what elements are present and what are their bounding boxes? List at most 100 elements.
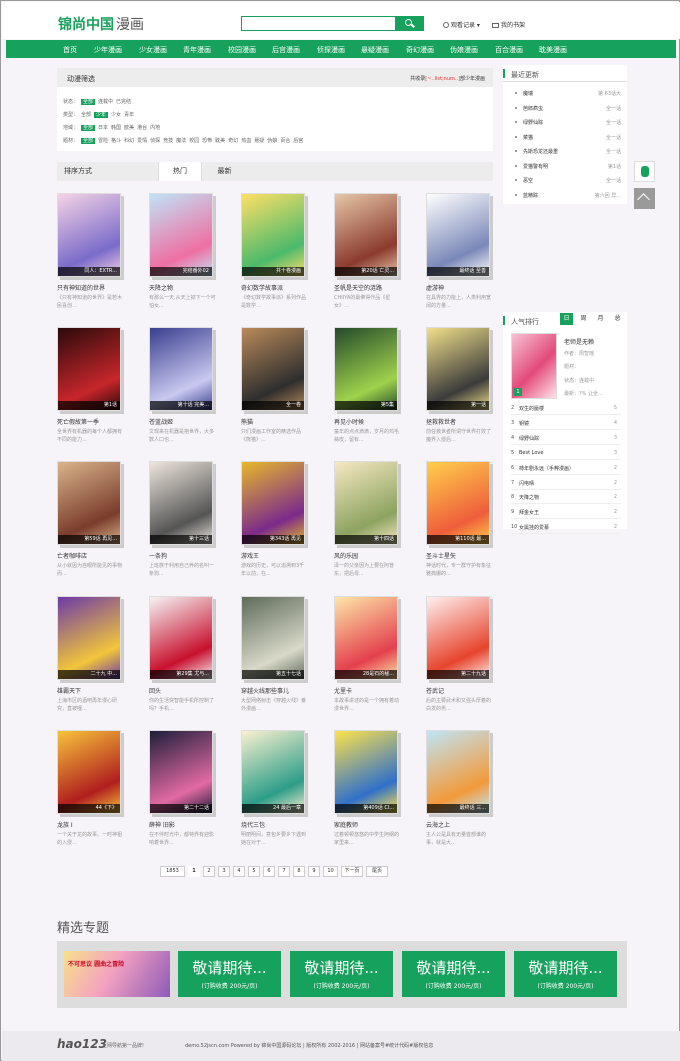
filter-option[interactable]: 连载中 bbox=[98, 99, 113, 105]
comic-cover[interactable]: 第409话 Cl... bbox=[334, 730, 398, 814]
comic-cover[interactable]: 共十卷漫画 bbox=[241, 193, 305, 277]
nav-item[interactable]: 校园漫画 bbox=[228, 45, 256, 55]
comic-title[interactable]: 拯救救世者 bbox=[426, 417, 456, 426]
nav-item[interactable]: 青年漫画 bbox=[183, 45, 211, 55]
nav-item[interactable]: 奇幻漫画 bbox=[406, 45, 434, 55]
nav-item[interactable]: 首页 bbox=[63, 45, 77, 55]
ranking-tab[interactable]: 月 bbox=[594, 313, 607, 325]
recent-item[interactable]: 芭郎疯虫 全一话 bbox=[503, 102, 627, 114]
comic-title[interactable]: 云海之上 bbox=[426, 820, 450, 829]
ranking-item[interactable]: 6 柿年剧永远（手粹漫画） 2 bbox=[511, 461, 621, 475]
nav-item[interactable]: 少女漫画 bbox=[139, 45, 167, 55]
tab-new[interactable]: 最新 bbox=[202, 162, 247, 181]
comic-cover[interactable]: 第十三话 bbox=[149, 461, 213, 545]
page-total[interactable]: 1853 bbox=[160, 866, 185, 877]
comic-title[interactable]: 圣斗士星矢 bbox=[426, 551, 456, 560]
comic-cover[interactable]: 第5集 bbox=[334, 327, 398, 411]
comic-title[interactable]: 游戏王 bbox=[241, 551, 259, 560]
recent-item[interactable]: 魔瑞 第 63话大 bbox=[503, 87, 627, 99]
filter-option[interactable]: 后宫 bbox=[293, 138, 303, 144]
filter-option[interactable]: 少女 bbox=[111, 112, 121, 118]
comic-title[interactable]: 奇幻数学故事派 bbox=[241, 283, 283, 292]
ranking-item[interactable]: 8 天降之物 2 bbox=[511, 490, 621, 505]
filter-option[interactable]: 日本 bbox=[98, 125, 108, 131]
filter-option[interactable]: 悬疑 bbox=[254, 138, 264, 144]
comic-title[interactable]: 只有神知道的世界 bbox=[57, 283, 105, 292]
recent-item[interactable]: 绿野仙踪 全一话 bbox=[503, 116, 627, 128]
ranking-tab[interactable]: 周 bbox=[577, 313, 590, 325]
comic-cover[interactable]: 第29集 尤与... bbox=[149, 596, 213, 680]
filter-option[interactable]: 已完结 bbox=[116, 99, 131, 105]
ranking-item[interactable]: 3 钥镜 4 bbox=[511, 416, 621, 430]
comic-cover[interactable]: 最终话 至善 bbox=[426, 193, 490, 277]
comic-title[interactable]: 圣帆是天空的涟路 bbox=[334, 283, 382, 292]
comic-title[interactable]: 苍蓝战姬 bbox=[149, 417, 173, 426]
comic-cover[interactable]: 44《下》 bbox=[57, 730, 121, 814]
page-number[interactable]: 2 bbox=[203, 866, 215, 877]
ranking-top-item[interactable]: 1 老师是无赖 作者：周智瑶 题材： 状态：连载中 最新：?% 让全… bbox=[511, 333, 621, 401]
ranking-item[interactable]: 5 Best Love 3 bbox=[511, 446, 621, 460]
comic-cover[interactable]: 第十四话 bbox=[334, 461, 398, 545]
comic-title[interactable]: 回头 bbox=[149, 686, 161, 695]
comic-cover[interactable]: 28是石的秘... bbox=[334, 596, 398, 680]
filter-option[interactable]: 全部 bbox=[81, 99, 96, 105]
special-item[interactable]: 敬请期待... (订购收费 200元/页) bbox=[290, 951, 393, 997]
comic-cover[interactable]: 第343话 再见 bbox=[241, 461, 305, 545]
comic-title[interactable]: 烧代三包 bbox=[241, 820, 265, 829]
last-page-button[interactable]: 尾页 bbox=[366, 866, 388, 877]
recent-item[interactable]: 先斯恐龙还最重 全一话 bbox=[503, 145, 627, 157]
recent-item[interactable]: 蓝精踪 第六回 异... bbox=[503, 189, 627, 201]
nav-item[interactable]: 悬疑漫画 bbox=[361, 45, 389, 55]
nav-item[interactable]: 伪娘漫画 bbox=[450, 45, 478, 55]
filter-option[interactable]: 爱情 bbox=[137, 138, 147, 144]
nav-item[interactable]: 百合漫画 bbox=[495, 45, 523, 55]
special-item[interactable]: 敬请期待... (订购收费 200元/页) bbox=[178, 951, 281, 997]
comic-title[interactable]: 雄霸天下 bbox=[57, 686, 81, 695]
filter-option[interactable]: 伪娘 bbox=[267, 138, 277, 144]
filter-option[interactable]: 科幻 bbox=[124, 138, 134, 144]
search-input[interactable] bbox=[242, 17, 395, 30]
comic-title[interactable]: 薛神 旧影 bbox=[149, 820, 175, 829]
wechat-button[interactable] bbox=[634, 161, 655, 182]
nav-item[interactable]: 少年漫画 bbox=[94, 45, 122, 55]
filter-option[interactable]: 百合 bbox=[280, 138, 290, 144]
filter-option[interactable]: 耽美 bbox=[215, 138, 225, 144]
page-number[interactable]: 4 bbox=[233, 866, 245, 877]
comic-title[interactable]: 虚游神 bbox=[426, 283, 444, 292]
comic-cover[interactable]: 第一话 bbox=[426, 327, 490, 411]
comic-title[interactable]: 亡者咖啡店 bbox=[57, 551, 87, 560]
special-item[interactable]: 敬请期待... (订购收费 200元/页) bbox=[402, 951, 505, 997]
page-number[interactable]: 1 bbox=[188, 866, 200, 877]
comic-cover[interactable]: 全一卷 bbox=[241, 327, 305, 411]
filter-option[interactable]: 内地 bbox=[150, 125, 160, 131]
filter-option[interactable]: 港台 bbox=[137, 125, 147, 131]
comic-title[interactable]: 再见小时候 bbox=[334, 417, 364, 426]
comic-title[interactable]: 苍武记 bbox=[426, 686, 444, 695]
nav-item[interactable]: 后宫漫画 bbox=[272, 45, 300, 55]
special-banner[interactable]: 不可思议 圆曲之冒险 bbox=[64, 951, 170, 997]
comic-cover[interactable]: 第二十九话 bbox=[426, 596, 490, 680]
bookshelf-link[interactable]: 我的书架 bbox=[492, 20, 525, 29]
comic-cover[interactable]: 第十话 完美... bbox=[149, 327, 213, 411]
comic-title[interactable]: 家庭教师 bbox=[334, 820, 358, 829]
filter-option[interactable]: 青年 bbox=[124, 112, 134, 118]
filter-option[interactable]: 魔法 bbox=[176, 138, 186, 144]
comic-cover[interactable]: 二十九 中... bbox=[57, 596, 121, 680]
comic-cover[interactable]: 第59话 再见... bbox=[57, 461, 121, 545]
page-number[interactable]: 8 bbox=[293, 866, 305, 877]
recent-item[interactable]: 爱猫警有明 第1话 bbox=[503, 160, 627, 172]
page-number[interactable]: 6 bbox=[263, 866, 275, 877]
filter-option[interactable]: 校园 bbox=[189, 138, 199, 144]
filter-option[interactable]: 奇幻 bbox=[228, 138, 238, 144]
filter-option[interactable]: 热血 bbox=[241, 138, 251, 144]
filter-option[interactable]: 恐怖 bbox=[202, 138, 212, 144]
comic-title[interactable]: 尤里卡 bbox=[334, 686, 352, 695]
page-number[interactable]: 9 bbox=[308, 866, 320, 877]
comic-cover[interactable]: 第二十二话 bbox=[149, 730, 213, 814]
page-number[interactable]: 5 bbox=[248, 866, 260, 877]
filter-option[interactable]: 少年 bbox=[94, 112, 109, 118]
footer-logo[interactable]: hao123 bbox=[57, 1037, 107, 1051]
comic-cover[interactable]: 第五十七话 bbox=[241, 596, 305, 680]
comic-cover[interactable]: 24 最后一章 bbox=[241, 730, 305, 814]
filter-option[interactable]: 欧美 bbox=[124, 125, 134, 131]
